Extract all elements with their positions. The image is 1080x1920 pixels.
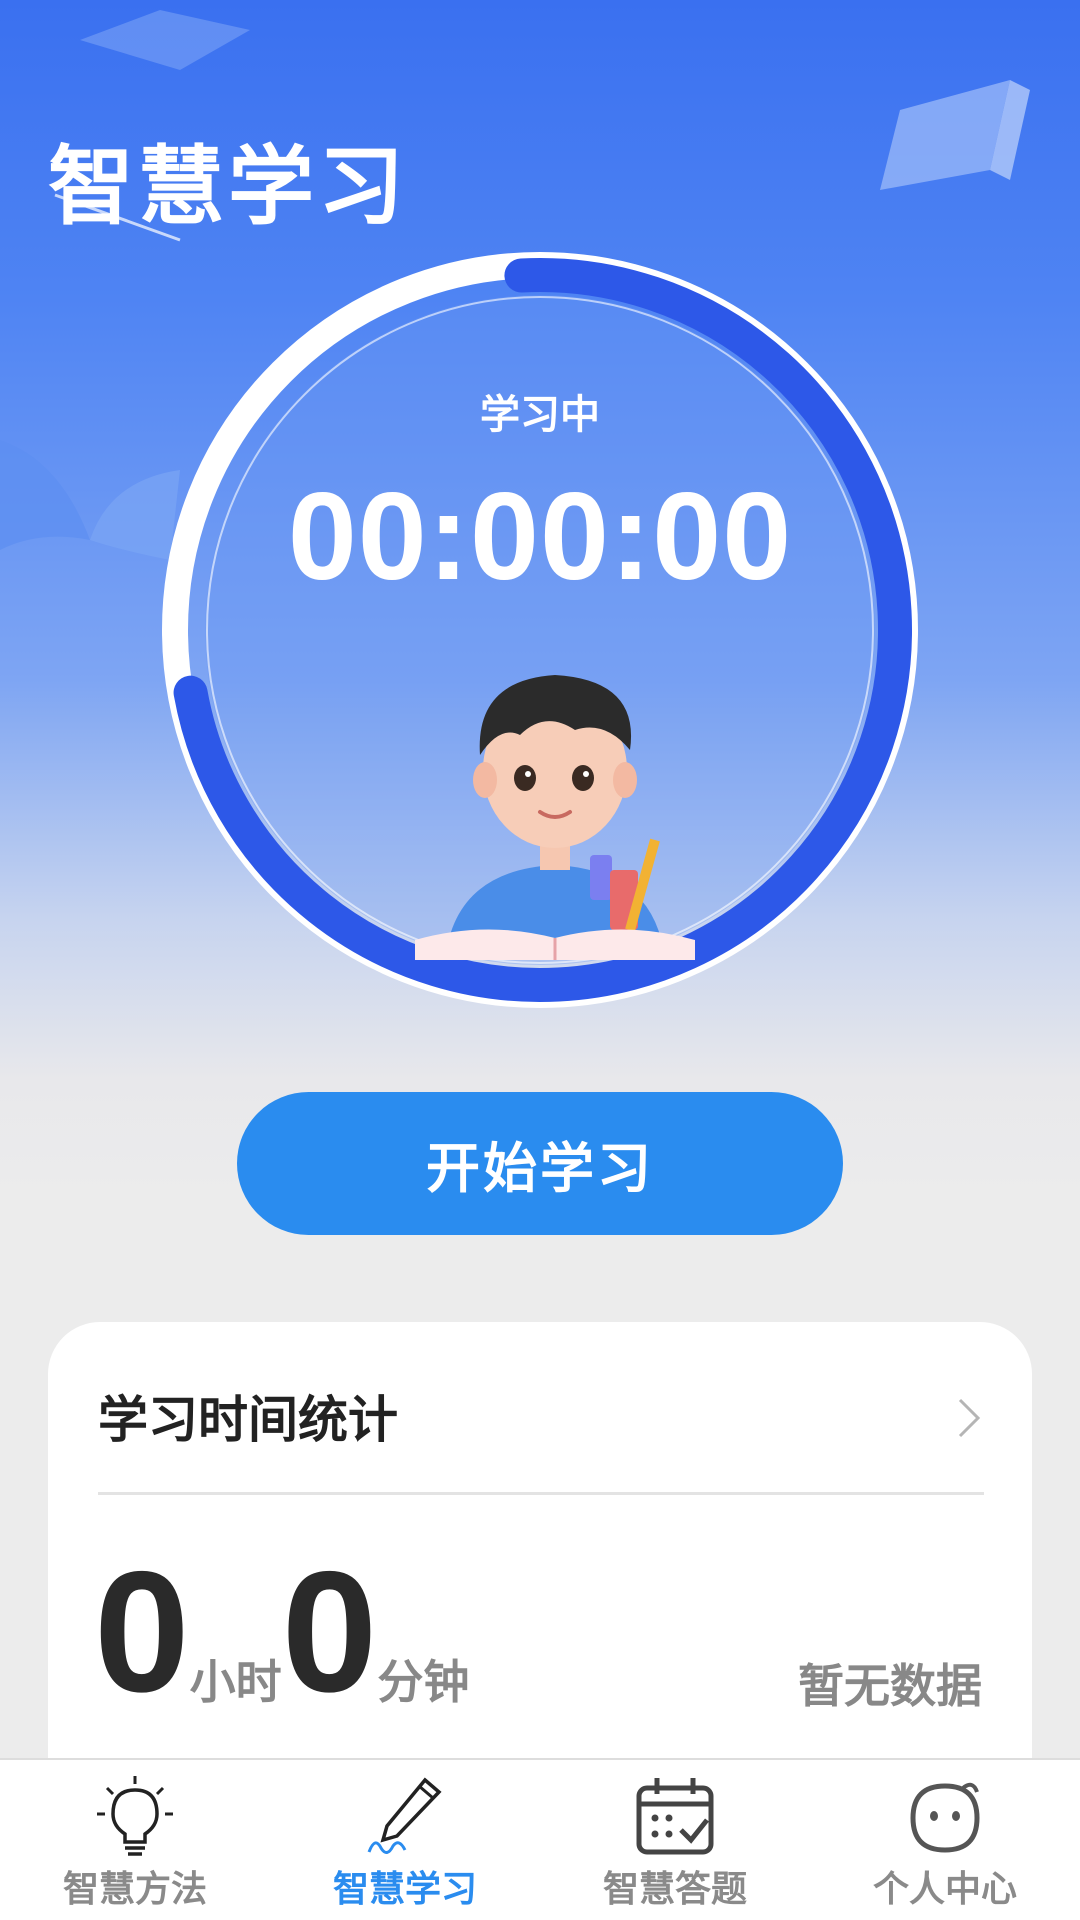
minutes-unit: 分钟 xyxy=(377,1655,470,1709)
page-title: 智慧学习 xyxy=(48,136,408,237)
bottom-tab-bar: 智慧方法 智慧学习 智慧答题 个人中心 xyxy=(0,1758,1080,1920)
start-study-button[interactable]: 开始学习 xyxy=(237,1092,843,1235)
tab-personal-center[interactable]: 个人中心 xyxy=(810,1760,1080,1920)
hours-unit: 小时 xyxy=(189,1655,282,1709)
tab-smart-study[interactable]: 智慧学习 xyxy=(270,1760,540,1920)
minutes-value: 0 xyxy=(281,1536,378,1728)
tab-label: 智慧学习 xyxy=(332,1869,477,1910)
screen: 智慧学习 学习中 00:00:00 开始学习 学习时间统计 0小时0分钟 暂无数… xyxy=(0,0,1080,1920)
stats-header[interactable]: 学习时间统计 xyxy=(98,1380,984,1460)
timer-status: 学习中 xyxy=(480,392,600,438)
tab-smart-method[interactable]: 智慧方法 xyxy=(0,1760,270,1920)
book-decoration-top xyxy=(80,10,250,70)
stats-divider xyxy=(98,1492,984,1495)
tab-label: 个人中心 xyxy=(872,1869,1017,1910)
tab-smart-quiz[interactable]: 智慧答题 xyxy=(540,1760,810,1920)
calendar-check-icon xyxy=(636,1778,714,1855)
tab-label: 智慧方法 xyxy=(62,1869,207,1910)
lightbulb-icon xyxy=(97,1776,173,1856)
empty-data-text: 暂无数据 xyxy=(798,1659,982,1713)
book-decoration-right xyxy=(880,80,1030,190)
timer-display: 00:00:00 xyxy=(287,468,793,606)
study-time-total: 0小时0分钟 xyxy=(94,1546,470,1718)
chevron-right-icon[interactable] xyxy=(954,1388,984,1448)
tab-label: 智慧答题 xyxy=(602,1869,747,1910)
student-illustration xyxy=(415,675,695,960)
face-icon xyxy=(910,1782,980,1853)
pen-icon xyxy=(367,1777,442,1854)
stats-title: 学习时间统计 xyxy=(98,1391,398,1449)
hours-value: 0 xyxy=(94,1536,190,1728)
